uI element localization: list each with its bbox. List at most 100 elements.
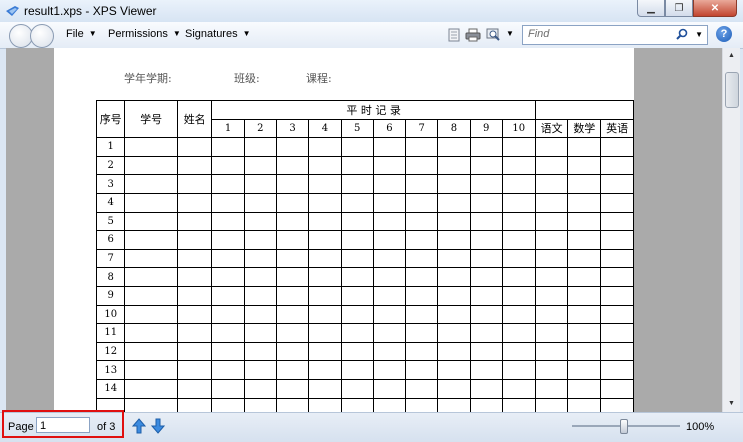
table-cell — [567, 304, 602, 325]
restore-icon: ❐ — [674, 2, 684, 14]
col-header-blank — [534, 100, 634, 120]
table-cell — [600, 155, 634, 176]
find-input[interactable]: Find — [528, 28, 549, 40]
chevron-down-icon[interactable]: ▼ — [695, 30, 703, 39]
table-cell — [340, 230, 374, 250]
table-cell — [275, 192, 310, 213]
table-cell — [340, 267, 374, 287]
minimize-button[interactable]: ▁ — [637, 0, 665, 17]
search-icon[interactable] — [675, 28, 689, 42]
table-cell — [124, 341, 178, 362]
record-col-header: 1 — [211, 118, 245, 139]
table-cell — [405, 248, 439, 269]
row-number-cell: 6 — [95, 230, 126, 250]
table-cell — [243, 304, 277, 325]
table-cell — [243, 192, 277, 213]
table-cell — [501, 304, 536, 325]
table-cell — [340, 378, 374, 399]
table-cell — [534, 304, 569, 325]
table-cell — [340, 397, 374, 412]
table-cell — [308, 137, 342, 157]
table-cell — [340, 304, 374, 325]
table-cell — [600, 341, 634, 362]
table-cell — [372, 267, 407, 287]
table-cell — [308, 397, 342, 412]
table-cell — [534, 192, 569, 213]
print-icon[interactable] — [465, 28, 481, 42]
document-page: 学年学期: 班级: 课程: 序号 学号 姓名 平 时 记 录 123456789… — [54, 48, 634, 412]
table-cell — [275, 378, 310, 399]
table-cell — [275, 397, 310, 412]
table-cell — [243, 285, 277, 306]
table-cell — [600, 285, 634, 306]
row-number-cell: 7 — [95, 248, 126, 269]
row-number-cell: 4 — [95, 192, 126, 213]
table-cell — [176, 248, 213, 269]
record-col-header: 3 — [275, 118, 310, 139]
find-box[interactable]: Find ▼ — [522, 25, 708, 45]
scroll-down-icon[interactable]: ▼ — [723, 396, 740, 412]
table-cell — [340, 360, 374, 380]
previous-page-icon[interactable] — [132, 418, 146, 434]
row-number-cell: 13 — [95, 360, 126, 380]
table-cell — [567, 155, 602, 176]
subject-col-header: 英语 — [600, 118, 634, 139]
table-cell — [501, 360, 536, 380]
table-cell — [534, 137, 569, 157]
table-row: 7 — [95, 248, 634, 269]
table-cell — [437, 248, 471, 269]
col-header-xuehao: 学号 — [124, 99, 178, 139]
document-viewer[interactable]: 学年学期: 班级: 课程: 序号 学号 姓名 平 时 记 录 123456789… — [6, 48, 722, 412]
maximize-button[interactable]: ❐ — [665, 0, 693, 17]
menu-file[interactable]: File ▼ — [66, 28, 97, 40]
table-row: 8 — [95, 267, 634, 287]
table-cell — [501, 137, 536, 157]
row-number-cell: 10 — [95, 304, 126, 325]
table-cell — [308, 267, 342, 287]
table-cell — [308, 230, 342, 250]
scroll-up-icon[interactable]: ▲ — [723, 48, 740, 64]
table-cell — [243, 397, 277, 412]
table-cell — [469, 360, 503, 380]
table-cell — [176, 155, 213, 176]
record-table: 序号 学号 姓名 平 时 记 录 1 2 3 4 5 6 7 8 9 10 语文 数学 英语 12345… — [95, 99, 634, 412]
table-cell — [534, 323, 569, 343]
table-cell — [567, 174, 602, 194]
table-cell — [124, 304, 178, 325]
record-col-header: 10 — [501, 118, 536, 139]
next-page-icon[interactable] — [151, 418, 165, 434]
zoom-icon[interactable] — [486, 28, 502, 42]
table-cell — [501, 285, 536, 306]
menu-permissions[interactable]: Permissions ▼ — [108, 28, 181, 40]
table-cell — [469, 285, 503, 306]
table-cell — [211, 192, 245, 213]
menu-file-label: File — [66, 28, 84, 40]
subject-col-header: 数学 — [567, 118, 602, 139]
table-cell — [567, 378, 602, 399]
table-cell — [534, 174, 569, 194]
close-button[interactable]: ✕ — [693, 0, 737, 17]
table-cell — [469, 248, 503, 269]
table-cell — [124, 267, 178, 287]
menu-signatures[interactable]: Signatures ▼ — [185, 28, 251, 40]
table-cell — [211, 397, 245, 412]
table-cell — [176, 174, 213, 194]
table-header-row: 序号 学号 姓名 平 时 记 录 — [95, 99, 634, 139]
vertical-scrollbar[interactable]: ▲ ▼ — [722, 48, 740, 412]
help-button[interactable]: ? — [716, 26, 732, 42]
row-number-cell: 1 — [95, 137, 126, 157]
forward-button[interactable] — [30, 24, 54, 48]
zoom-dropdown[interactable]: ▼ — [506, 28, 514, 40]
table-cell — [211, 267, 245, 287]
subject-col-header: 语文 — [534, 118, 569, 139]
zoom-slider-thumb[interactable] — [620, 419, 628, 434]
table-cell — [340, 155, 374, 176]
table-cell — [275, 211, 310, 232]
table-cell — [124, 248, 178, 269]
table-cell — [372, 285, 407, 306]
page-layout-icon[interactable] — [446, 28, 462, 42]
table-cell — [124, 397, 178, 412]
scroll-thumb[interactable] — [725, 72, 739, 108]
table-cell — [372, 230, 407, 250]
table-cell — [600, 397, 634, 412]
